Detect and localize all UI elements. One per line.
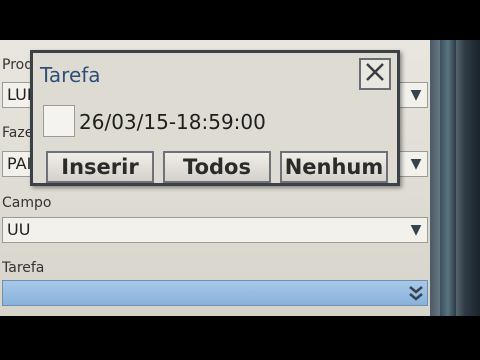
field-campo-value: UU (7, 220, 31, 239)
task-checkbox-label: 26/03/15-18:59:00 (79, 110, 266, 134)
label-fazenda: Faze (2, 125, 34, 141)
label-prod: Prod (2, 57, 34, 73)
task-checkbox[interactable] (43, 105, 75, 137)
insert-button[interactable]: Inserir (46, 151, 154, 183)
dialog-title: Tarefa (40, 63, 101, 87)
chevron-down-icon: ▼ (410, 87, 422, 103)
field-prod-value: LUI (7, 85, 32, 104)
field-tarefa-dropdown[interactable] (2, 280, 428, 306)
double-chevron-down-icon (407, 284, 425, 302)
tarefa-dialog: Tarefa 26/03/15-18:59:00 Inserir Todos N… (30, 50, 400, 186)
close-icon (364, 61, 386, 87)
chevron-down-icon: ▼ (410, 156, 422, 172)
device-frame-edge (440, 40, 456, 316)
select-all-button[interactable]: Todos (163, 151, 271, 183)
field-fazenda-value: PAI (7, 154, 32, 173)
chevron-down-icon: ▼ (410, 222, 422, 238)
select-none-button[interactable]: Nenhum (280, 151, 388, 183)
label-campo: Campo (2, 195, 52, 211)
close-button[interactable] (359, 58, 391, 90)
field-campo-dropdown[interactable]: UU ▼ (2, 217, 428, 243)
label-tarefa: Tarefa (2, 260, 45, 276)
